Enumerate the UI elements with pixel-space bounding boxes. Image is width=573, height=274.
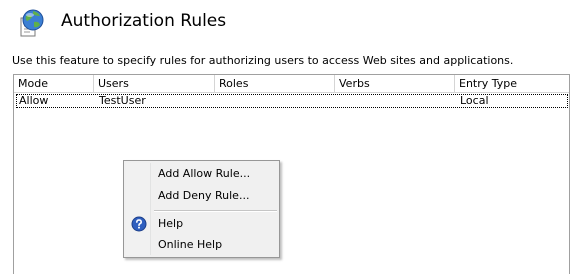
globe-document-icon (20, 9, 44, 37)
menu-item-label: Help (158, 217, 184, 230)
menu-item-label: Add Allow Rule... (158, 167, 251, 180)
help-icon (131, 216, 147, 232)
menu-item-label: Online Help (158, 238, 223, 251)
column-header-roles[interactable]: Roles (215, 75, 335, 92)
menu-item-help[interactable]: Help (126, 214, 277, 234)
menu-item-add-allow-rule[interactable]: Add Allow Rule... (126, 164, 277, 184)
menu-item-add-deny-rule[interactable]: Add Deny Rule... (126, 186, 277, 206)
page-title: Authorization Rules (61, 11, 227, 31)
table-row[interactable]: Allow TestUser Local (16, 94, 568, 108)
column-header-mode[interactable]: Mode (14, 75, 94, 92)
grid-header: Mode Users Roles Verbs Entry Type (14, 75, 569, 93)
column-header-entry-type[interactable]: Entry Type (455, 75, 569, 92)
column-header-verbs[interactable]: Verbs (335, 75, 455, 92)
menu-item-label: Add Deny Rule... (158, 189, 250, 202)
context-menu: Add Allow Rule... Add Deny Rule... Help … (123, 160, 280, 258)
menu-item-online-help[interactable]: Online Help (126, 235, 277, 255)
cell-users: TestUser (99, 94, 146, 107)
cell-entry-type: Local (460, 94, 489, 107)
column-header-users[interactable]: Users (94, 75, 215, 92)
rules-grid[interactable]: Mode Users Roles Verbs Entry Type Allow … (13, 74, 570, 274)
cell-mode: Allow (19, 94, 49, 107)
menu-separator (154, 210, 277, 212)
feature-description: Use this feature to specify rules for au… (12, 54, 514, 67)
